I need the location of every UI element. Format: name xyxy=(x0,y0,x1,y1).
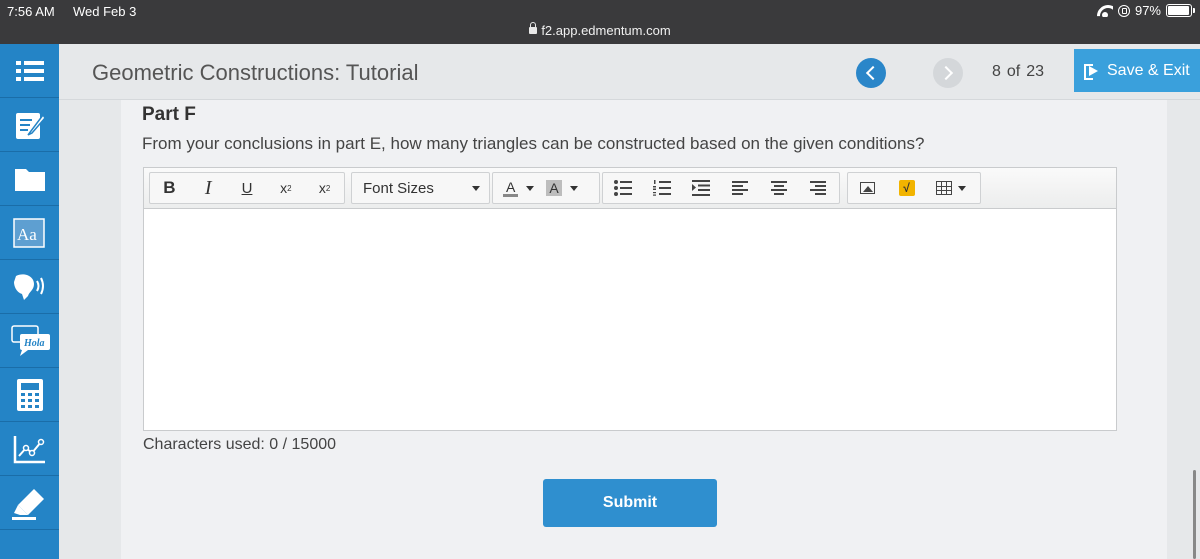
font-size-dropdown[interactable]: Font Sizes xyxy=(351,172,490,204)
chevron-down-icon xyxy=(569,185,578,191)
tool-rail: Aa Hola xyxy=(0,44,59,559)
insert-image-button[interactable] xyxy=(848,173,887,203)
page-total: 23 xyxy=(1026,63,1045,80)
superscript-exp: 2 xyxy=(287,183,292,193)
table-icon xyxy=(936,181,952,195)
text-to-speech-icon[interactable] xyxy=(0,260,59,314)
align-right-button[interactable] xyxy=(798,173,837,203)
translation-icon[interactable]: Hola xyxy=(0,314,59,368)
scrollbar[interactable] xyxy=(1193,470,1196,559)
color-group: A A xyxy=(492,172,600,204)
svg-text:Aa: Aa xyxy=(17,225,37,244)
editor-toolbar: B I U x2 x2 Font Sizes A A √ xyxy=(144,168,1116,209)
math-equation-button[interactable]: √ xyxy=(887,173,926,203)
align-center-icon xyxy=(770,181,787,195)
subscript-button[interactable]: x2 xyxy=(305,173,344,203)
url-text: f2.app.edmentum.com xyxy=(541,23,671,38)
chevron-down-icon xyxy=(958,185,966,191)
indent-button[interactable] xyxy=(681,173,720,203)
previous-page-button[interactable] xyxy=(856,58,886,88)
submit-button[interactable]: Submit xyxy=(543,479,717,527)
superscript-button[interactable]: x2 xyxy=(266,173,305,203)
calculator-icon[interactable] xyxy=(0,368,59,422)
part-title: Part F xyxy=(142,104,196,125)
paragraph-group xyxy=(602,172,840,204)
align-left-button[interactable] xyxy=(720,173,759,203)
bold-button[interactable]: B xyxy=(150,173,189,203)
page-current: 8 xyxy=(992,63,1001,80)
rich-text-editor: B I U x2 x2 Font Sizes A A √ xyxy=(143,167,1117,431)
superscript-base: x xyxy=(280,180,288,196)
text-color-icon: A xyxy=(503,180,519,197)
question-panel: Part F From your conclusions in part E, … xyxy=(121,100,1167,559)
header-bar: Geometric Constructions: Tutorial 8 of 23 … xyxy=(59,44,1200,100)
orientation-lock-icon xyxy=(1117,4,1130,17)
answer-textarea[interactable] xyxy=(144,209,1116,430)
square-root-icon: √ xyxy=(898,180,915,196)
dictionary-icon[interactable]: Aa xyxy=(0,206,59,260)
battery-percent: 97% xyxy=(1134,3,1161,18)
page-title: Geometric Constructions: Tutorial xyxy=(92,60,419,85)
bullet-list-button[interactable] xyxy=(603,173,642,203)
list-icon[interactable] xyxy=(0,44,59,98)
folder-icon[interactable] xyxy=(0,152,59,206)
italic-button[interactable]: I xyxy=(189,173,228,203)
subscript-sub: 2 xyxy=(325,183,331,193)
background-color-icon: A xyxy=(546,180,562,196)
chevron-down-icon xyxy=(526,185,535,191)
wifi-icon xyxy=(1097,5,1113,17)
bullet-list-icon xyxy=(613,180,632,196)
address-bar[interactable]: f2.app.edmentum.com xyxy=(0,22,1200,38)
question-text: From your conclusions in part E, how man… xyxy=(142,134,925,153)
exit-icon xyxy=(1084,63,1098,80)
character-count: Characters used: 0 / 15000 xyxy=(143,436,337,453)
font-size-label: Font Sizes xyxy=(363,179,434,197)
status-bar: 7:56 AM Wed Feb 3 f2.app.edmentum.com 97… xyxy=(0,0,1200,44)
underline-button[interactable]: U xyxy=(228,173,267,203)
background-color-button[interactable]: A xyxy=(542,173,581,203)
format-group: B I U x2 x2 xyxy=(149,172,345,204)
insert-table-button[interactable] xyxy=(926,173,976,203)
align-right-icon xyxy=(809,181,826,195)
page-of: of xyxy=(1006,63,1021,80)
chevron-down-icon xyxy=(472,186,480,191)
page-counter: 8 of 23 xyxy=(992,63,1044,81)
save-exit-label: Save & Exit xyxy=(1107,61,1190,79)
notepad-icon[interactable] xyxy=(0,98,59,152)
highlighter-icon[interactable] xyxy=(0,476,59,530)
next-page-button[interactable] xyxy=(933,58,963,88)
lock-icon xyxy=(529,22,538,36)
status-date: Wed Feb 3 xyxy=(73,4,137,19)
save-exit-button[interactable]: Save & Exit xyxy=(1074,49,1200,92)
numbered-list-icon xyxy=(652,180,671,196)
svg-text:Hola: Hola xyxy=(23,338,45,349)
numbered-list-button[interactable] xyxy=(642,173,681,203)
align-center-button[interactable] xyxy=(759,173,798,203)
battery-icon xyxy=(1166,4,1195,17)
indent-icon xyxy=(691,180,710,196)
graph-icon[interactable] xyxy=(0,422,59,476)
subscript-base: x xyxy=(318,180,326,196)
image-icon xyxy=(860,182,875,194)
align-left-icon xyxy=(731,181,748,195)
insert-group: √ xyxy=(847,172,981,204)
status-time: 7:56 AM xyxy=(7,4,55,19)
text-color-button[interactable]: A xyxy=(499,173,538,203)
